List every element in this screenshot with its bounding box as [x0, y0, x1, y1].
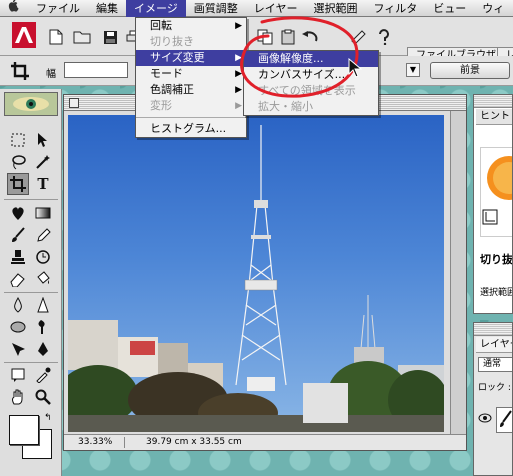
ruler-icon[interactable] [346, 25, 370, 49]
undo-icon[interactable] [298, 25, 322, 49]
submenu-arrow-icon: ▶ [235, 53, 242, 63]
move-tool-icon[interactable] [32, 129, 54, 151]
menu-bar: ファイル 編集 イメージ 画質調整 レイヤー 選択範囲 フィルタ ビュー ウィ [0, 0, 513, 17]
width-label: 幅 [46, 69, 56, 80]
menu-filter[interactable]: フィルタ [365, 0, 425, 17]
vertical-scrollbar[interactable] [450, 111, 466, 435]
zoom-level[interactable]: 33.33% [78, 435, 112, 450]
swap-colors-icon[interactable]: ↰ [44, 413, 52, 423]
menu-file[interactable]: ファイル [28, 0, 88, 17]
toolbox: T ↰ [0, 89, 62, 476]
layers-panel-title-bar[interactable] [474, 323, 512, 336]
menu-item-crop: 切り抜き [150, 35, 194, 48]
layer-visibility-eye-icon[interactable] [478, 413, 492, 427]
menu-layer[interactable]: レイヤー [246, 0, 306, 17]
menu-view[interactable]: ビュー [425, 0, 474, 17]
tower-photo [68, 125, 444, 432]
eyedropper-tool-icon[interactable] [32, 364, 54, 386]
gradient-tool-icon[interactable] [32, 202, 54, 224]
brush-tool-icon[interactable] [7, 224, 29, 246]
sponge-tool-icon[interactable] [7, 316, 29, 338]
submenu-arrow-icon: ▶ [235, 21, 242, 31]
document-window: 33.33% 39.79 cm x 33.55 cm [63, 94, 467, 451]
hint-panel-title-bar[interactable] [474, 95, 512, 108]
menu-item-rotate[interactable]: 回転 ▶ [136, 18, 246, 34]
tab-hint[interactable]: ヒント [476, 109, 512, 125]
menu-separator [136, 117, 246, 118]
open-folder-icon[interactable] [70, 25, 94, 49]
lock-label: ロック : [478, 383, 511, 393]
menu-item-transform: 変形 ▶ [150, 99, 242, 112]
eraser-tool-icon[interactable] [7, 268, 29, 290]
tab-layers[interactable]: レイヤー [476, 337, 512, 353]
menu-edit[interactable]: 編集 [88, 0, 126, 17]
menu-image[interactable]: イメージ [126, 0, 186, 17]
burn-tool-icon[interactable] [32, 316, 54, 338]
submenu-arrow-icon: ▶ [235, 101, 242, 111]
menu-item-adjustments[interactable]: 色調補正 ▶ [136, 82, 246, 98]
front-image-button[interactable]: 前景 [430, 62, 510, 79]
image-canvas[interactable] [68, 115, 444, 432]
crop-tool-icon[interactable] [7, 173, 29, 195]
hint-text: 選択範囲 [480, 288, 513, 298]
submenu-arrow-icon: ▶ [235, 69, 242, 79]
magic-wand-tool-icon[interactable] [32, 151, 54, 173]
copy-icon[interactable] [253, 25, 277, 49]
type-tool-icon[interactable]: T [32, 173, 54, 195]
status-bar: 33.33% 39.79 cm x 33.55 cm [64, 434, 466, 450]
adobe-logo [12, 22, 36, 48]
foreground-color-swatch[interactable] [9, 415, 39, 445]
hint-panel-tab-label: ヒント [480, 111, 510, 122]
menu-item-mode[interactable]: モード ▶ [136, 66, 246, 82]
lasso-tool-icon[interactable] [7, 151, 29, 173]
hint-heading: 切り抜 [480, 253, 513, 266]
pen-tool-icon[interactable] [32, 338, 54, 360]
menu-item-resize[interactable]: サイズ変更 ▶ [136, 50, 246, 66]
chevron-down-icon: ▼ [409, 65, 417, 74]
blend-mode-select[interactable]: 通常 [478, 357, 512, 372]
layers-panel: レイヤー 通常 ロック : [473, 322, 513, 476]
menu-item-scale: 拡大・縮小 [258, 100, 313, 113]
hint-preview-image [480, 147, 512, 237]
healing-brush-tool-icon[interactable] [7, 202, 29, 224]
layers-panel-tab-label: レイヤー [480, 339, 512, 350]
menu-adjust[interactable]: 画質調整 [186, 0, 246, 17]
zoom-tool-icon[interactable] [32, 386, 54, 408]
pencil-tool-icon[interactable] [32, 224, 54, 246]
apple-icon[interactable] [0, 0, 28, 16]
new-file-icon[interactable] [44, 25, 68, 49]
menu-item-reveal-all: すべての領域を表示 [258, 84, 356, 97]
notes-tool-icon[interactable] [7, 364, 29, 386]
image-menu: 回転 ▶ 切り抜き サイズ変更 ▶ モード ▶ 色調補正 ▶ 変形 ▶ ヒストグラム... [135, 17, 247, 138]
document-size: 39.79 cm x 33.55 cm [146, 437, 242, 447]
crop-tool-options-icon[interactable] [8, 59, 32, 83]
submenu-arrow-icon: ▶ [235, 85, 242, 95]
eye-logo-icon[interactable] [4, 92, 58, 116]
sharpen-tool-icon[interactable] [32, 294, 54, 316]
marquee-tool-icon[interactable] [7, 129, 29, 151]
menu-item-histogram[interactable]: ヒストグラム... [136, 121, 246, 137]
mouse-cursor-icon [348, 58, 362, 78]
menu-window[interactable]: ウィ [474, 0, 512, 17]
bucket-tool-icon[interactable] [32, 268, 54, 290]
resolution-unit-dropdown[interactable]: ▼ [406, 63, 420, 77]
save-icon[interactable] [98, 25, 122, 49]
paste-icon[interactable] [276, 25, 300, 49]
layer-brush-icon[interactable] [496, 407, 512, 433]
menu-select[interactable]: 選択範囲 [305, 0, 365, 17]
close-box-icon[interactable] [69, 98, 79, 108]
history-brush-tool-icon[interactable] [32, 246, 54, 268]
path-selection-tool-icon[interactable] [7, 338, 29, 360]
blur-tool-icon[interactable] [7, 294, 29, 316]
width-input[interactable] [64, 62, 128, 78]
stamp-tool-icon[interactable] [7, 246, 29, 268]
hint-panel: ヒント 切り抜 選択範囲 [473, 94, 513, 314]
hand-tool-icon[interactable] [7, 386, 29, 408]
help-icon[interactable] [372, 25, 396, 49]
